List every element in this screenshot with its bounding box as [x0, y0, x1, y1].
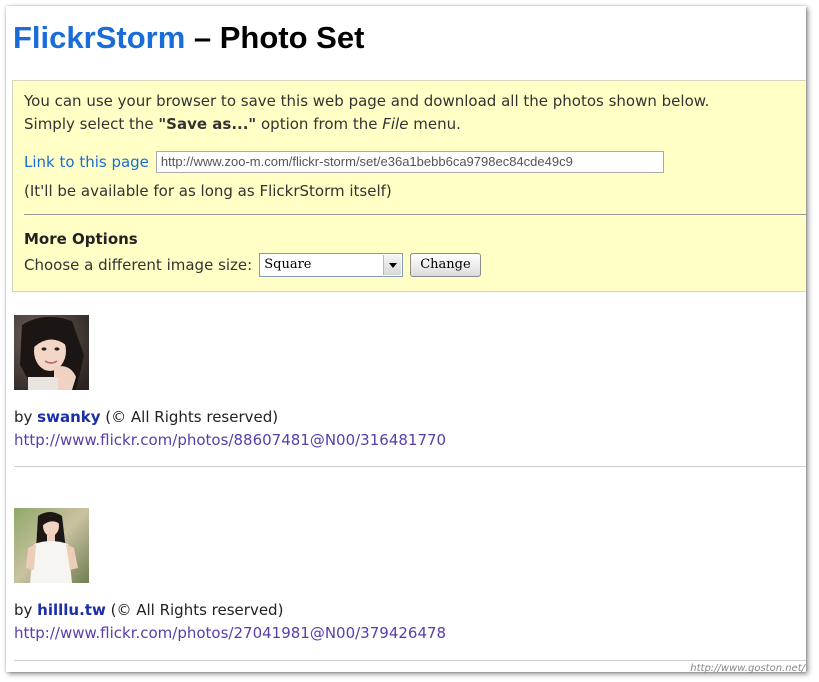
rights-text: (© All Rights reserved)	[100, 408, 279, 426]
image-size-select[interactable]: Square	[259, 253, 404, 277]
section-divider	[24, 214, 806, 215]
save-as-text: "Save as..."	[158, 115, 257, 133]
by-label: by	[14, 408, 38, 426]
photo-thumbnail[interactable]	[14, 315, 89, 390]
info-panel: You can use your browser to save this we…	[12, 80, 806, 292]
author-link[interactable]: swanky	[37, 408, 100, 426]
image-size-row: Choose a different image size: Square Ch…	[24, 253, 481, 277]
author-line: by hilllu.tw (© All Rights reserved)	[14, 599, 446, 622]
more-options-heading: More Options	[24, 230, 138, 248]
rights-text: (© All Rights reserved)	[105, 601, 284, 619]
permalink-row: Link to this page http://www.zoo-m.com/f…	[24, 151, 664, 173]
permalink-field[interactable]: http://www.zoo-m.com/flickr-storm/set/e3…	[155, 151, 664, 173]
image-size-value: Square	[264, 257, 312, 272]
title-suffix: – Photo Set	[185, 20, 365, 55]
page-title: FlickrStorm – Photo Set	[13, 20, 364, 56]
photo-separator	[14, 466, 806, 467]
photo-item: by hilllu.tw (© All Rights reserved) htt…	[14, 508, 446, 645]
save-instructions: You can use your browser to save this we…	[24, 90, 709, 136]
image-size-label: Choose a different image size:	[24, 256, 253, 274]
instructions-text: menu.	[408, 115, 461, 133]
link-to-page[interactable]: Link to this page	[24, 153, 149, 171]
change-button[interactable]: Change	[410, 253, 481, 277]
dropdown-arrow-icon[interactable]	[383, 255, 402, 275]
photo-url-link[interactable]: http://www.flickr.com/photos/88607481@N0…	[14, 431, 446, 449]
photo-thumbnail[interactable]	[14, 508, 89, 583]
photo-item: by swanky (© All Rights reserved) http:/…	[14, 315, 446, 452]
by-label: by	[14, 601, 38, 619]
author-link[interactable]: hilllu.tw	[37, 601, 106, 619]
browser-page: FlickrStorm – Photo Set You can use your…	[6, 6, 806, 672]
availability-note: (It'll be available for as long as Flick…	[24, 182, 392, 200]
instructions-line-1: You can use your browser to save this we…	[24, 92, 710, 110]
photo-separator	[14, 660, 806, 661]
watermark-text: http://www.goston.net/	[690, 663, 805, 674]
instructions-line-2: Simply select the "Save as..." option fr…	[24, 113, 709, 136]
photo-credit: by swanky (© All Rights reserved) http:/…	[14, 406, 446, 452]
instructions-text: Simply select the	[24, 115, 159, 133]
instructions-text: option from the	[256, 115, 383, 133]
author-line: by swanky (© All Rights reserved)	[14, 406, 446, 429]
brand-name[interactable]: FlickrStorm	[13, 20, 185, 55]
photo-credit: by hilllu.tw (© All Rights reserved) htt…	[14, 599, 446, 645]
file-menu-text: File	[382, 115, 409, 133]
photo-url-link[interactable]: http://www.flickr.com/photos/27041981@N0…	[14, 624, 446, 642]
